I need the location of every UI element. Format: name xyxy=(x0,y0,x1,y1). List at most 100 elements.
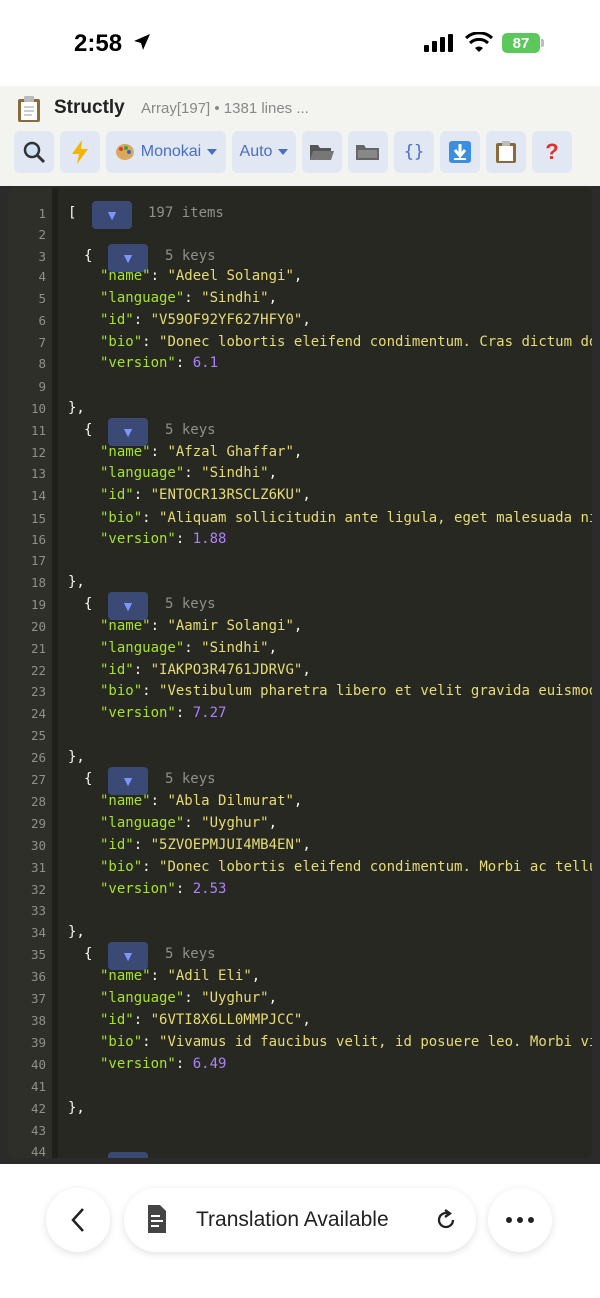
fold-toggle-button[interactable]: ▼ xyxy=(108,767,148,795)
json-key: "bio" xyxy=(100,859,143,875)
colon: : xyxy=(150,968,168,984)
object-close-brace: }, xyxy=(68,574,85,590)
reload-icon[interactable] xyxy=(434,1208,458,1232)
json-string-value: IAKPO3R4761JDRVG xyxy=(159,662,294,678)
line-number: 20 xyxy=(30,619,46,634)
json-string-value: Vestibulum pharetra libero et velit grav… xyxy=(167,683,592,699)
json-string-value: Vivamus id faucibus velit, id posuere le… xyxy=(167,1034,592,1050)
line-number-gutter: 1 2 3 4 5 6 7 8 9 10 11 12 13 14 15 16 17 18 19 20 21 22 23 24 2… xyxy=(8,188,52,1158)
object-open-brace: { xyxy=(84,422,93,438)
question-mark-icon: ? xyxy=(545,139,559,164)
quote: " xyxy=(201,990,210,1006)
json-key: "language" xyxy=(100,640,185,656)
fold-toggle-button[interactable]: ▼ xyxy=(92,201,132,229)
lightning-icon xyxy=(72,140,88,164)
more-options-button[interactable] xyxy=(488,1188,552,1252)
line-number: 27 xyxy=(30,772,46,787)
search-button[interactable] xyxy=(14,131,54,173)
colon: : xyxy=(133,1012,151,1028)
line-number: 2 xyxy=(38,227,46,242)
chevron-left-icon xyxy=(71,1208,84,1232)
line-number: 28 xyxy=(30,794,46,809)
palette-icon xyxy=(115,144,134,160)
cellular-signal-icon xyxy=(424,34,453,52)
fold-toggle-button[interactable]: ▼ xyxy=(108,418,148,446)
expand-all-button[interactable] xyxy=(302,131,342,173)
json-key: "name" xyxy=(100,444,151,460)
colon: : xyxy=(184,465,202,481)
line-number: 14 xyxy=(30,488,46,503)
app-title: Structly xyxy=(54,97,125,118)
json-key: "bio" xyxy=(100,1034,143,1050)
line-number: 26 xyxy=(30,750,46,765)
object-close-brace: }, xyxy=(68,400,85,416)
help-button[interactable]: ? xyxy=(532,131,572,173)
comma: , xyxy=(302,487,311,503)
colon: : xyxy=(142,683,160,699)
translation-bar[interactable]: Translation Available xyxy=(124,1188,476,1252)
line-number: 39 xyxy=(30,1035,46,1050)
theme-select[interactable]: Monokai xyxy=(106,131,226,173)
colon: : xyxy=(150,268,168,284)
back-button[interactable] xyxy=(46,1188,110,1252)
quote: " xyxy=(167,968,176,984)
json-string-value: Donec lobortis eleifend condimentum. Mor… xyxy=(167,859,592,875)
json-key: "id" xyxy=(100,487,134,503)
json-key: "version" xyxy=(100,881,176,897)
fold-toggle-button[interactable] xyxy=(108,1152,148,1158)
quote: " xyxy=(150,487,160,503)
root-open-bracket: [ xyxy=(68,205,77,221)
mode-select[interactable]: Auto xyxy=(232,131,296,173)
colon: : xyxy=(133,662,151,678)
json-property-language: "language": "Sindhi", xyxy=(100,640,277,656)
copy-button[interactable] xyxy=(486,131,526,173)
line-number: 8 xyxy=(38,356,46,371)
json-property-version: "version": 2.53 xyxy=(100,881,226,897)
fold-toggle-button[interactable]: ▼ xyxy=(108,592,148,620)
colon: : xyxy=(150,444,168,460)
json-property-bio: "bio": "Vivamus id faucibus velit, id po… xyxy=(100,1034,592,1050)
quick-action-button[interactable] xyxy=(60,131,100,173)
json-string-value: Adeel Solangi xyxy=(175,268,286,284)
download-button[interactable] xyxy=(440,131,480,173)
line-number: 41 xyxy=(30,1079,46,1094)
comma: , xyxy=(302,662,311,678)
json-property-bio: "bio": "Donec lobortis eleifend condimen… xyxy=(100,859,592,875)
json-key: "version" xyxy=(100,531,176,547)
key-count: 5 keys xyxy=(165,596,216,612)
quote: " xyxy=(201,465,210,481)
quote: " xyxy=(285,793,294,809)
json-property-language: "language": "Sindhi", xyxy=(100,290,277,306)
colon: : xyxy=(184,640,202,656)
line-number: 15 xyxy=(30,511,46,526)
mode-select-value: Auto xyxy=(239,143,273,160)
location-arrow-icon xyxy=(134,34,150,50)
json-editor[interactable]: 1 2 3 4 5 6 7 8 9 10 11 12 13 14 15 16 17 18 19 20 21 22 23 24 2… xyxy=(8,188,592,1158)
object-open-brace: { xyxy=(84,248,93,264)
quote: " xyxy=(260,465,269,481)
wifi-icon xyxy=(465,32,493,52)
colon: : xyxy=(133,487,151,503)
quote: " xyxy=(260,990,269,1006)
json-property-name: "name": "Afzal Ghaffar", xyxy=(100,444,302,460)
comma: , xyxy=(268,815,278,831)
quote: " xyxy=(167,618,176,634)
colon: : xyxy=(184,990,202,1006)
line-number: 29 xyxy=(30,816,46,831)
json-key: "language" xyxy=(100,465,185,481)
collapse-all-button[interactable] xyxy=(348,131,388,173)
json-string-value: Sindhi xyxy=(209,465,261,481)
colon: : xyxy=(133,312,151,328)
line-number: 18 xyxy=(30,575,46,590)
json-property-language: "language": "Uyghur", xyxy=(100,815,277,831)
comma: , xyxy=(293,618,303,634)
fold-toggle-button[interactable]: ▼ xyxy=(108,942,148,970)
quote: " xyxy=(201,815,210,831)
json-key: "id" xyxy=(100,837,134,853)
object-close-brace: }, xyxy=(68,749,85,765)
json-number-value: 6.1 xyxy=(192,355,219,371)
line-number: 44 xyxy=(30,1144,46,1158)
format-json-button[interactable]: {} xyxy=(394,131,434,173)
colon: : xyxy=(184,815,202,831)
line-number: 7 xyxy=(38,335,46,350)
